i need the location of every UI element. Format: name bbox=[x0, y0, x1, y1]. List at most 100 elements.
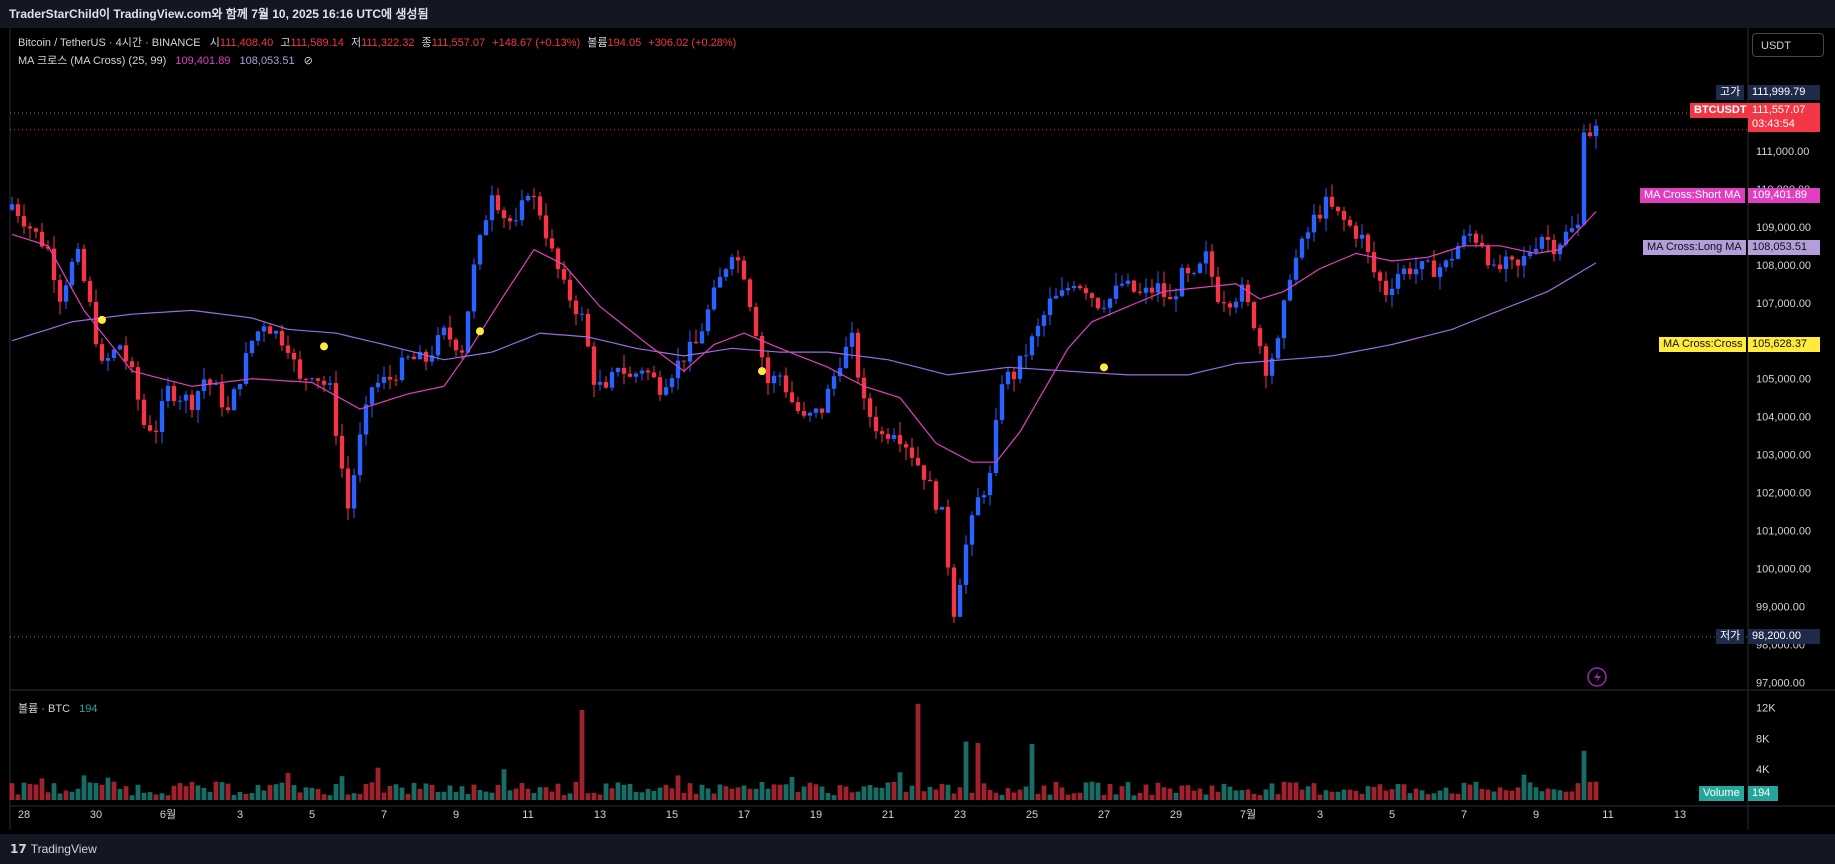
candle-body bbox=[897, 435, 903, 445]
candle-body bbox=[195, 391, 201, 410]
volume-bar bbox=[807, 782, 813, 800]
candle-body bbox=[177, 400, 183, 402]
volume-bar bbox=[375, 767, 381, 800]
volume-bar bbox=[231, 794, 237, 800]
candle-body bbox=[1449, 258, 1455, 261]
candle-body bbox=[1413, 269, 1419, 275]
cross-tag-label: MA Cross:Cross bbox=[1659, 337, 1747, 352]
candle-body bbox=[1065, 288, 1071, 291]
volume-bar bbox=[885, 782, 891, 800]
time-tick-label: 5 bbox=[1389, 809, 1395, 821]
candle-body bbox=[255, 331, 261, 341]
volume-bar bbox=[687, 783, 693, 800]
symbol-name[interactable]: Bitcoin / TetherUS · 4시간 · BINANCE bbox=[18, 37, 201, 49]
candle-body bbox=[1335, 206, 1341, 212]
volume-bar bbox=[1113, 794, 1119, 800]
candle-body bbox=[171, 385, 177, 402]
candle-body bbox=[573, 300, 579, 315]
volume-bar bbox=[1533, 787, 1539, 800]
candle-body bbox=[1125, 280, 1131, 284]
volume-bar bbox=[1137, 792, 1143, 800]
volume-bars bbox=[9, 703, 1599, 800]
volume-bar bbox=[501, 769, 507, 800]
candle-body bbox=[1329, 196, 1335, 207]
volume-bar bbox=[93, 783, 99, 800]
candle-body bbox=[1347, 219, 1353, 226]
volume-bar bbox=[873, 787, 879, 800]
volume-bar bbox=[1413, 788, 1419, 800]
volume-bar bbox=[249, 793, 255, 800]
volume-bar bbox=[405, 793, 411, 800]
high-value: 111,589.14 bbox=[290, 37, 344, 49]
alert-icon[interactable] bbox=[1587, 667, 1607, 687]
volume-change: +306.02 (+0.28%) bbox=[648, 37, 737, 49]
volume-bar bbox=[261, 790, 267, 800]
candle-body bbox=[1545, 237, 1551, 240]
candle-body bbox=[1275, 338, 1281, 359]
currency-selector-button[interactable]: USDT bbox=[1752, 33, 1824, 57]
candle-body bbox=[849, 332, 855, 347]
volume-bar bbox=[1281, 781, 1287, 800]
volume-bar bbox=[1587, 782, 1593, 800]
candle-body bbox=[63, 285, 69, 302]
volume-bar bbox=[561, 795, 567, 800]
candle-body bbox=[507, 218, 513, 222]
candle-body bbox=[1131, 280, 1137, 292]
candle-body bbox=[489, 195, 495, 221]
indicator-name[interactable]: MA 크로스 (MA Cross) (25, 99) bbox=[18, 55, 166, 67]
candle-body bbox=[663, 387, 669, 395]
high-tag-value: 111,999.79 bbox=[1748, 85, 1820, 100]
candle-body bbox=[327, 383, 333, 385]
volume-bar bbox=[891, 781, 897, 800]
volume-bar bbox=[477, 790, 483, 800]
volume-bar bbox=[603, 783, 609, 800]
candle-body bbox=[81, 248, 87, 282]
candle-body bbox=[1233, 301, 1239, 308]
candle-body bbox=[99, 344, 105, 361]
volume-bar bbox=[1089, 781, 1095, 800]
volume-bar bbox=[1101, 795, 1107, 800]
candle-body bbox=[717, 276, 723, 288]
time-tick-label: 25 bbox=[1026, 809, 1038, 821]
price-tick-label: 107,000.00 bbox=[1756, 298, 1811, 310]
volume-bar bbox=[1419, 790, 1425, 800]
short-ma-tag-label: MA Cross:Short MA bbox=[1640, 188, 1745, 203]
candle-body bbox=[561, 269, 567, 280]
price-tick-label: 97,000.00 bbox=[1756, 677, 1805, 689]
chart-canvas[interactable]: 97,000.0098,000.0099,000.00100,000.00101… bbox=[0, 0, 1835, 864]
volume-bar bbox=[1509, 790, 1515, 800]
indicator-legend[interactable]: MA 크로스 (MA Cross) (25, 99) 109,401.89 10… bbox=[18, 52, 313, 68]
volume-bar bbox=[1503, 790, 1509, 800]
footer-brand[interactable]: TradingView bbox=[31, 842, 97, 856]
candle-body bbox=[1515, 259, 1521, 266]
volume-bar bbox=[129, 795, 135, 800]
volume-bar bbox=[1305, 786, 1311, 800]
candle-body bbox=[1143, 287, 1149, 293]
candle-body bbox=[297, 359, 303, 379]
volume-bar bbox=[471, 784, 477, 800]
volume-legend-value: 194 bbox=[79, 703, 98, 715]
volume-bar bbox=[69, 791, 75, 800]
volume-bar bbox=[1017, 789, 1023, 800]
volume-bar bbox=[675, 775, 681, 800]
candle-body bbox=[189, 394, 195, 410]
candle-body bbox=[609, 372, 615, 388]
candle-body bbox=[1089, 293, 1095, 298]
volume-bar bbox=[951, 793, 957, 800]
long-ma-tag-value: 108,053.51 bbox=[1748, 240, 1820, 255]
candle-body bbox=[453, 339, 459, 351]
low-tag-value: 98,200.00 bbox=[1748, 629, 1820, 644]
volume-bar bbox=[1245, 789, 1251, 800]
candle-body bbox=[705, 309, 711, 332]
volume-bar bbox=[1359, 793, 1365, 800]
candle-body bbox=[1107, 298, 1113, 308]
time-tick-label: 28 bbox=[18, 809, 30, 821]
volume-tag-label: Volume bbox=[1699, 786, 1744, 801]
volume-bar bbox=[831, 795, 837, 800]
volume-bar bbox=[813, 784, 819, 800]
price-tick-label: 109,000.00 bbox=[1756, 222, 1811, 234]
candle-body bbox=[375, 382, 381, 388]
hide-icon[interactable]: ⊘ bbox=[304, 55, 313, 67]
candle-body bbox=[669, 378, 675, 388]
candle-body bbox=[921, 465, 927, 480]
